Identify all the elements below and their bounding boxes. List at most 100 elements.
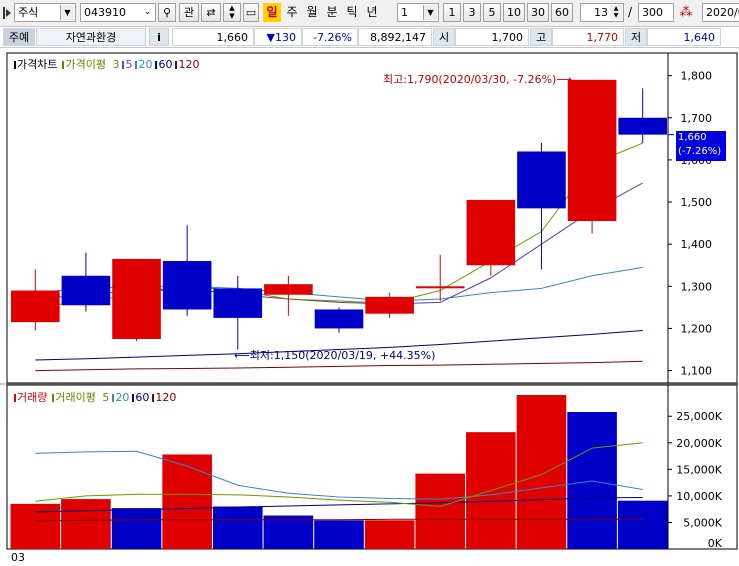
- type-label: 주예: [3, 28, 35, 46]
- stock-code-input[interactable]: 043910 ⌄: [80, 3, 156, 22]
- high-annotation: 최고:1,790(2020/03/30, -7.26%)⟶: [383, 73, 573, 86]
- period-day[interactable]: 일: [263, 3, 281, 22]
- period-year[interactable]: 년: [363, 3, 381, 22]
- volume-ma-120: 120: [155, 391, 177, 404]
- trade-volume: 8,892,147: [358, 28, 432, 46]
- volume-legend-title: 거래량: [17, 391, 48, 404]
- open-price: 1,700: [455, 28, 529, 46]
- search-icon: ⚲: [162, 6, 172, 19]
- volume-bar: [111, 508, 162, 549]
- high-label: 고: [530, 28, 552, 46]
- x-axis-start-label: 03: [11, 551, 25, 564]
- volume-ma-label: 거래이평: [55, 391, 96, 404]
- stock-name: 자연과환경: [36, 28, 146, 46]
- volume-axis-tick-label: 10,000K: [676, 490, 722, 503]
- count-input[interactable]: 13 ▲ ▼: [580, 3, 624, 22]
- volume-bar: [10, 503, 61, 549]
- volume-axis-tick-label: 15,000K: [676, 463, 722, 476]
- change-percent: -7.26%: [302, 28, 358, 46]
- volume-bar: [162, 454, 212, 549]
- candle-body: [264, 284, 313, 295]
- candle-body: [162, 261, 212, 310]
- low-label: 저: [625, 28, 647, 46]
- screen-button[interactable]: ▭: [243, 3, 259, 22]
- price-axis-tick-label: 1,200: [681, 322, 713, 335]
- period-month[interactable]: 월: [303, 3, 321, 22]
- current-price: 1,660: [172, 28, 254, 46]
- related-button[interactable]: 관: [179, 3, 199, 22]
- period-minute[interactable]: 분: [323, 3, 341, 22]
- volume-bar: [516, 395, 567, 549]
- price-ma-120: 120: [178, 58, 200, 71]
- volume-bar: [364, 520, 415, 549]
- price-legend-title: 가격차트: [17, 58, 58, 71]
- market-type-select[interactable]: 주식 ▼: [14, 3, 76, 22]
- refresh-button[interactable]: ⇄: [201, 3, 221, 22]
- volume-ma-5: 5: [102, 391, 110, 404]
- low-price: 1,640: [647, 28, 721, 46]
- volume-axis-tick-label: 20,000K: [676, 437, 722, 450]
- settings-icon[interactable]: ⁂: [677, 4, 695, 22]
- refresh-icon: ⇄: [206, 6, 216, 19]
- volume-bar: [314, 520, 364, 549]
- high-price: 1,770: [552, 28, 624, 46]
- low-annotation: ⟵최저:1,150(2020/03/19, +44.35%): [234, 349, 436, 362]
- period-week[interactable]: 주: [283, 3, 301, 22]
- total-count-input[interactable]: 300: [638, 3, 674, 22]
- interval-60-button[interactable]: 60: [551, 3, 573, 22]
- candle-body: [61, 275, 111, 306]
- window-icon: ▭: [245, 6, 257, 19]
- info-button[interactable]: i: [149, 28, 169, 46]
- interval-30-button[interactable]: 30: [527, 3, 549, 22]
- toolbar: 주식 ▼ 043910 ⌄ ⚲ 관 ⇄ ▲ ▼ ▭ 일 주 월 분 틱 년 1 ▼…: [0, 0, 739, 27]
- price-ma-5: 5: [125, 58, 133, 71]
- price-axis-tick-label: 1,400: [681, 238, 713, 251]
- interval-5-button[interactable]: 5: [483, 3, 501, 22]
- volume-axis-tick-label: 0K: [708, 537, 723, 550]
- interval-select[interactable]: 1 ▼: [397, 3, 439, 22]
- chevron-down-icon: ⌄: [143, 7, 152, 17]
- candle-body: [112, 258, 161, 339]
- candle-body: [11, 290, 60, 323]
- volume-axis-tick-label: 25,000K: [676, 410, 722, 423]
- candle-body: [365, 296, 414, 314]
- candle-body: [517, 151, 566, 209]
- date-input[interactable]: 2020/0: [702, 3, 739, 22]
- candle-body: [415, 286, 465, 289]
- stepper-button[interactable]: ▲ ▼: [223, 3, 241, 22]
- menu-icon[interactable]: [3, 7, 11, 19]
- volume-ma-60: 60: [135, 391, 150, 404]
- volume-bar: [61, 499, 111, 549]
- chevron-down-icon: ▼: [60, 5, 74, 20]
- price-axis-tick-label: 1,800: [681, 70, 713, 83]
- candle-body: [314, 309, 364, 329]
- price-axis-tick-label: 1,700: [681, 112, 713, 125]
- current-price-tag: 1,660 (-7.26%): [676, 131, 726, 161]
- period-tick[interactable]: 틱: [343, 3, 361, 22]
- interval-10-button[interactable]: 10: [503, 3, 525, 22]
- spinner-icon: ▲ ▼: [610, 5, 622, 20]
- candle-body: [466, 199, 516, 266]
- interval-1-button[interactable]: 1: [443, 3, 461, 22]
- interval-3-button[interactable]: 3: [463, 3, 481, 22]
- price-ma-20: 20: [138, 58, 153, 71]
- price-change: ▼130: [254, 28, 302, 46]
- price-legend: 가격차트 가격이평 3 5 20 60 120: [14, 56, 202, 72]
- chart-area[interactable]: 1,8001,7001,6001,5001,4001,3001,2001,100…: [0, 49, 739, 566]
- price-axis-tick-label: 1,300: [681, 280, 713, 293]
- search-button[interactable]: ⚲: [158, 3, 176, 22]
- price-ma-label: 가격이평: [65, 58, 106, 71]
- stock-chart-svg[interactable]: 1,8001,7001,6001,5001,4001,3001,2001,100…: [0, 49, 739, 566]
- candle-body: [618, 117, 667, 135]
- volume-ma-20: 20: [115, 391, 130, 404]
- volume-bar: [263, 515, 314, 549]
- volume-legend: 거래량 거래이평 5 20 60 120: [14, 389, 179, 405]
- price-ma-60: 60: [158, 58, 173, 71]
- volume-bar: [617, 500, 668, 549]
- volume-bar: [567, 411, 617, 549]
- volume-axis-tick-label: 5,000K: [683, 516, 722, 529]
- candle-body: [567, 79, 617, 221]
- open-label: 시: [433, 28, 455, 46]
- quote-bar: 주예 자연과환경 i 1,660 ▼130 -7.26% 8,892,147 시…: [0, 27, 739, 48]
- price-axis-tick-label: 1,100: [681, 365, 713, 378]
